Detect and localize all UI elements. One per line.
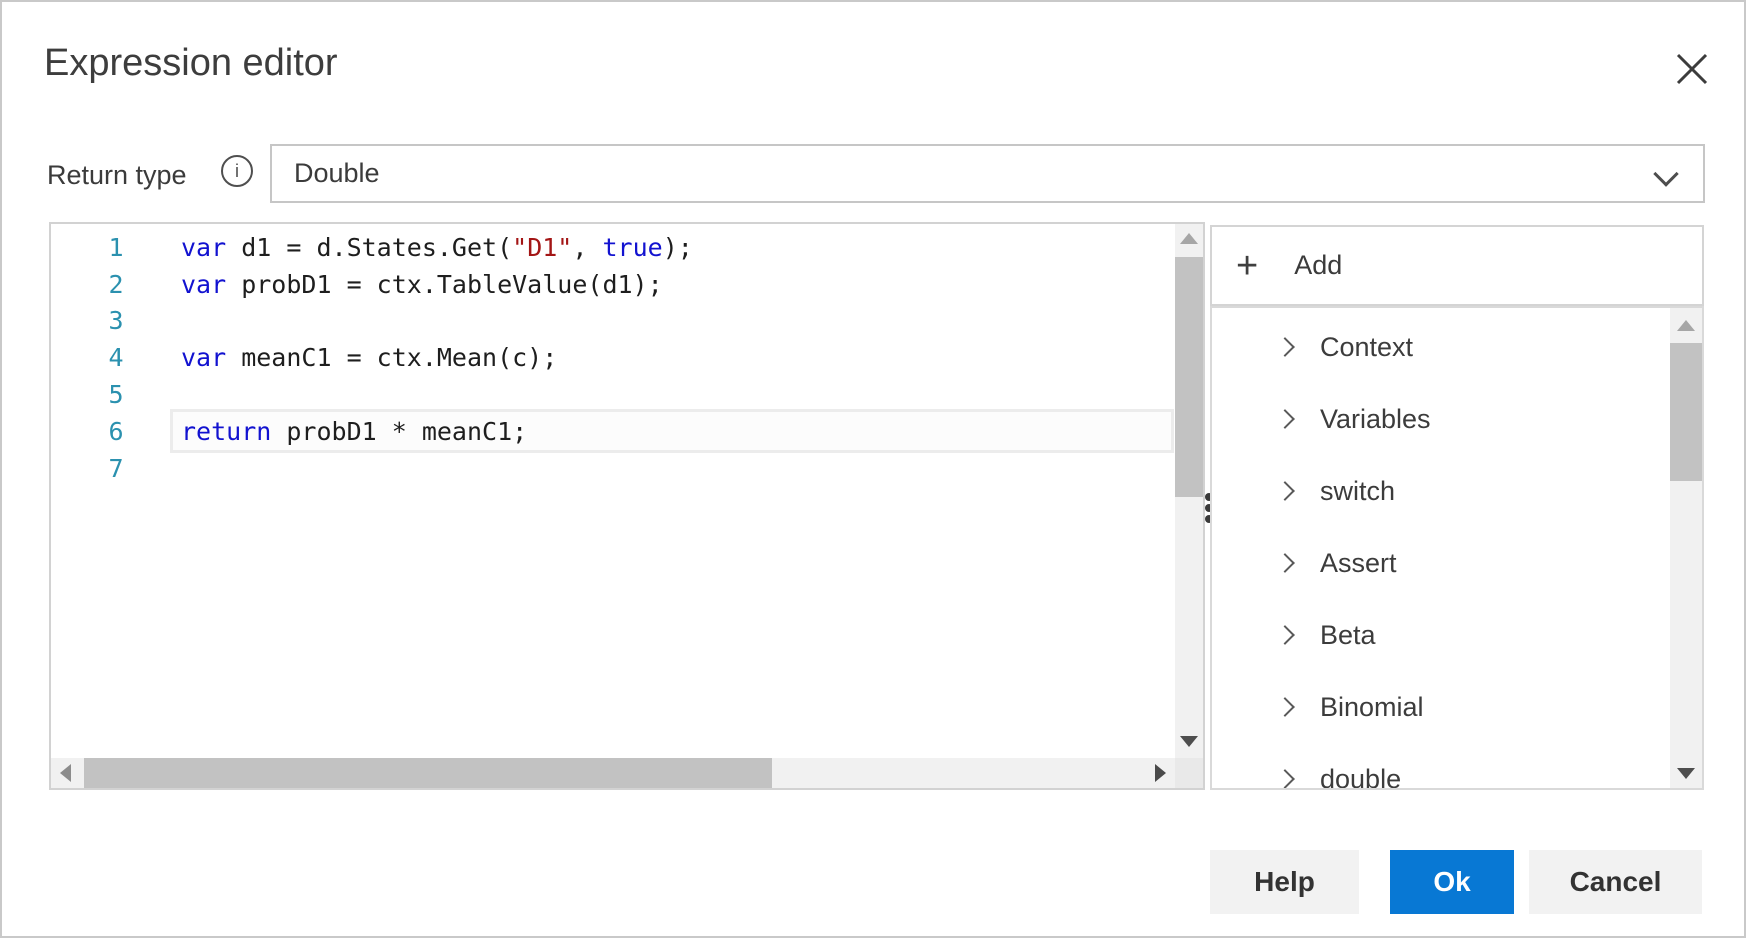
cancel-button[interactable]: Cancel: [1529, 850, 1702, 914]
chevron-right-icon: [1275, 337, 1295, 357]
chevron-right-icon: [1275, 697, 1295, 717]
code-lines[interactable]: 1var d1 = d.States.Get("D1", true);2var …: [51, 224, 1175, 758]
function-item-label: Assert: [1320, 548, 1397, 579]
scroll-down-icon[interactable]: [1180, 736, 1198, 747]
function-item-context[interactable]: Context: [1212, 311, 1702, 383]
code-text: return probD1 * meanC1;: [181, 417, 527, 446]
chevron-right-icon: [1275, 481, 1295, 501]
return-type-dropdown[interactable]: Double: [270, 144, 1705, 203]
function-item-assert[interactable]: Assert: [1212, 527, 1702, 599]
info-icon[interactable]: i: [221, 155, 253, 187]
line-number: 3: [51, 306, 181, 335]
return-type-label: Return type: [47, 160, 187, 191]
code-text: var meanC1 = ctx.Mean(c);: [181, 343, 557, 372]
line-number: 7: [51, 454, 181, 483]
function-item-label: double: [1320, 764, 1401, 791]
panel-vertical-scrollbar[interactable]: [1670, 308, 1702, 788]
help-button[interactable]: Help: [1210, 850, 1359, 914]
line-number: 1: [51, 233, 181, 262]
close-button[interactable]: [1671, 48, 1713, 90]
function-item-label: Context: [1320, 332, 1413, 363]
expression-editor-dialog: Expression editor Return type i Double 1…: [0, 0, 1746, 938]
line-number: 2: [51, 270, 181, 299]
code-line[interactable]: 1var d1 = d.States.Get("D1", true);: [51, 229, 1175, 266]
line-number: 6: [51, 417, 181, 446]
line-number: 5: [51, 380, 181, 409]
code-text: var d1 = d.States.Get("D1", true);: [181, 233, 693, 262]
function-list-items: Context Variables switch Assert Beta Binomial…: [1212, 311, 1702, 790]
function-item-label: Binomial: [1320, 692, 1424, 723]
plus-icon: +: [1236, 247, 1258, 285]
function-item-binomial[interactable]: Binomial: [1212, 671, 1702, 743]
code-line[interactable]: 6return probD1 * meanC1;: [51, 413, 1175, 450]
chevron-right-icon: [1275, 409, 1295, 429]
function-item-beta[interactable]: Beta: [1212, 599, 1702, 671]
editor-vertical-scroll-thumb[interactable]: [1175, 257, 1203, 497]
editor-vertical-scrollbar[interactable]: [1175, 224, 1203, 758]
code-line[interactable]: 2var probD1 = ctx.TableValue(d1);: [51, 266, 1175, 303]
code-line[interactable]: 5: [51, 376, 1175, 413]
function-item-switch[interactable]: switch: [1212, 455, 1702, 527]
code-editor[interactable]: 1var d1 = d.States.Get("D1", true);2var …: [49, 222, 1205, 790]
chevron-right-icon: [1275, 553, 1295, 573]
page-title: Expression editor: [44, 42, 338, 85]
scroll-up-icon[interactable]: [1180, 233, 1198, 244]
editor-horizontal-scroll-thumb[interactable]: [84, 758, 772, 788]
function-item-double[interactable]: double: [1212, 743, 1702, 790]
chevron-right-icon: [1275, 769, 1295, 789]
close-icon: [1671, 48, 1713, 90]
scroll-down-icon[interactable]: [1677, 768, 1695, 779]
panel-vertical-scroll-thumb[interactable]: [1670, 343, 1702, 481]
chevron-down-icon: [1653, 161, 1678, 186]
function-item-label: Variables: [1320, 404, 1431, 435]
function-item-variables[interactable]: Variables: [1212, 383, 1702, 455]
editor-horizontal-scrollbar[interactable]: [51, 758, 1175, 788]
chevron-right-icon: [1275, 625, 1295, 645]
code-line[interactable]: 3: [51, 303, 1175, 340]
add-button[interactable]: + Add: [1210, 225, 1704, 306]
scroll-right-icon[interactable]: [1155, 764, 1166, 782]
add-button-label: Add: [1294, 250, 1342, 281]
line-number: 4: [51, 343, 181, 372]
code-text: var probD1 = ctx.TableValue(d1);: [181, 270, 663, 299]
return-type-value: Double: [294, 158, 380, 189]
scrollbar-corner: [1175, 758, 1203, 788]
ok-button[interactable]: Ok: [1390, 850, 1514, 914]
scroll-left-icon[interactable]: [60, 764, 71, 782]
function-item-label: Beta: [1320, 620, 1376, 651]
function-list: Context Variables switch Assert Beta Binomial…: [1210, 306, 1704, 790]
code-line[interactable]: 4var meanC1 = ctx.Mean(c);: [51, 339, 1175, 376]
scroll-up-icon[interactable]: [1677, 320, 1695, 331]
function-item-label: switch: [1320, 476, 1395, 507]
code-line[interactable]: 7: [51, 450, 1175, 487]
